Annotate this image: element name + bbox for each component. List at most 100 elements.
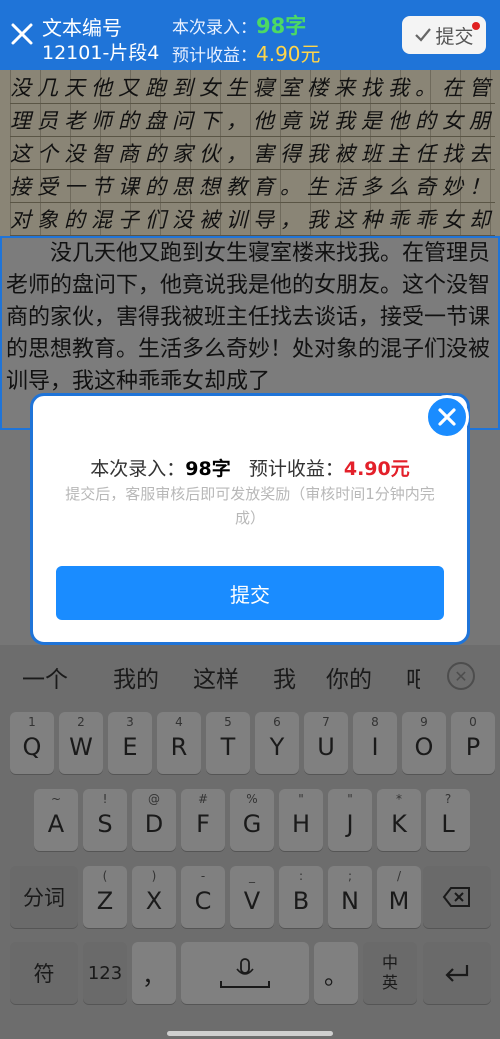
space-key[interactable] — [181, 942, 309, 1004]
key-secondary-char: - — [200, 869, 206, 883]
key-char: U — [317, 733, 335, 761]
key-secondary-char: 5 — [224, 715, 232, 729]
comma-key[interactable]: ， — [132, 942, 176, 1004]
typed-text: 没几天他又跑到女生寝室楼来找我。在管理员老师的盘问下，他竟说我是他的女朋友。这个… — [6, 241, 491, 394]
key-b[interactable]: :B — [279, 866, 323, 928]
key-v[interactable]: _ V — [230, 866, 274, 928]
key-secondary-char: ~ — [50, 792, 62, 806]
key-secondary-char: % — [246, 792, 258, 806]
key-secondary-char: * — [396, 792, 402, 806]
key-i[interactable]: 8I — [353, 712, 397, 774]
key-d[interactable]: @ D — [132, 789, 176, 851]
key-q[interactable]: 1Q — [10, 712, 54, 774]
fenci-key[interactable]: 分词 — [10, 866, 78, 928]
key-g[interactable]: % G — [230, 789, 274, 851]
handwriting-image: 没几天他又跑到女生寝室楼来找我。在管 理员老师的盘问下，他竟说我是他的女朋友。 … — [0, 70, 500, 236]
candidate-word[interactable]: 吧 — [406, 660, 420, 694]
key-k[interactable]: * K — [377, 789, 421, 851]
key-char: G — [242, 810, 262, 838]
key-s[interactable]: ! S — [83, 789, 127, 851]
key-char: R — [170, 733, 188, 761]
key-secondary-char: 9 — [420, 715, 428, 729]
modal-close-icon[interactable] — [425, 395, 469, 439]
key-l[interactable]: ? L — [426, 789, 470, 851]
key-c[interactable]: -C — [181, 866, 225, 928]
key-j[interactable]: " J — [328, 789, 372, 851]
key-o[interactable]: 9O — [402, 712, 446, 774]
key-char: Z — [96, 887, 114, 915]
key-w[interactable]: 2W — [59, 712, 103, 774]
key-r[interactable]: 4R — [157, 712, 201, 774]
key-z[interactable]: (Z — [83, 866, 127, 928]
key-secondary-char: ( — [102, 869, 108, 883]
candidate-close-icon[interactable]: ✕ — [447, 662, 475, 690]
handwriting-line: 这个没智商的家伙，害得我被班主任找去谈话， — [10, 138, 495, 170]
key-secondary-char: : — [298, 869, 304, 883]
key-char: O — [414, 733, 434, 761]
key-char: S — [97, 810, 113, 838]
language-switch-key[interactable]: 中 英 — [363, 942, 417, 1004]
key-char: N — [341, 887, 359, 915]
key-char: L — [441, 810, 455, 838]
key-x[interactable]: ) X — [132, 866, 176, 928]
key-secondary-char: _ — [249, 869, 255, 883]
key-secondary-char: " — [347, 792, 353, 806]
number-key[interactable]: 123 — [83, 942, 127, 1004]
notification-dot — [472, 22, 480, 30]
key-u[interactable]: 7U — [304, 712, 348, 774]
key-char: M — [388, 887, 410, 915]
key-secondary-char: @ — [148, 792, 160, 806]
handwriting-line: 接受一节课的思想教育。生活多么奇妙！处 — [10, 171, 495, 203]
key-h[interactable]: " H — [279, 789, 323, 851]
key-char: B — [292, 887, 310, 915]
key-p[interactable]: 0P — [451, 712, 495, 774]
dialog-count-label: 本次录入： — [90, 458, 186, 480]
candidate-word[interactable]: 你的 — [326, 660, 372, 694]
key-e[interactable]: 3E — [108, 712, 152, 774]
dialog-income-value: 4.90元 — [343, 458, 410, 480]
candidate-word[interactable]: 我的 — [113, 660, 159, 694]
key-char: Q — [22, 733, 42, 761]
key-secondary-char: 1 — [28, 715, 36, 729]
key-char: D — [144, 810, 164, 838]
candidate-word[interactable]: 我 — [273, 660, 296, 694]
key-char: A — [47, 810, 65, 838]
key-a[interactable]: ~ A — [34, 789, 78, 851]
key-secondary-char: / — [396, 869, 402, 883]
symbol-key[interactable]: 符 — [10, 942, 78, 1004]
home-indicator[interactable] — [167, 1031, 333, 1036]
close-icon[interactable] — [8, 20, 36, 48]
key-secondary-char: 7 — [322, 715, 330, 729]
key-secondary-char: # — [197, 792, 209, 806]
count-label: 本次录入： — [172, 18, 257, 38]
key-char: I — [371, 733, 379, 761]
key-char: Y — [269, 733, 285, 761]
key-secondary-char: ! — [102, 792, 108, 806]
fenci-label: 分词 — [23, 886, 65, 910]
candidate-word[interactable]: 这样 — [193, 660, 239, 694]
enter-icon — [445, 965, 469, 982]
key-m[interactable]: / M — [377, 866, 421, 928]
submit-button-top[interactable]: 提交 — [402, 16, 486, 54]
key-t[interactable]: 5T — [206, 712, 250, 774]
enter-key[interactable] — [423, 942, 491, 1004]
income-label: 预计收益： — [172, 46, 257, 66]
submit-dialog: 本次录入：98字 预计收益：4.90元 提交后，客服审核后即可发放奖励（审核时间… — [30, 393, 470, 645]
dialog-income-label: 预计收益： — [248, 458, 344, 480]
segment-id: 12101-片段4 — [42, 42, 160, 64]
microphone-icon — [220, 958, 270, 988]
comma-label: ， — [142, 961, 166, 990]
candidate-word[interactable]: 一个 — [22, 660, 68, 694]
symbol-label: 符 — [33, 962, 55, 986]
backspace-icon — [442, 887, 470, 907]
dialog-summary: 本次录入：98字 预计收益：4.90元 — [33, 454, 467, 481]
key-n[interactable]: ; N — [328, 866, 372, 928]
period-key[interactable]: 。 — [314, 942, 358, 1004]
handwriting-line: 没几天他又跑到女生寝室楼来找我。在管 — [10, 72, 495, 104]
key-y[interactable]: 6Y — [255, 712, 299, 774]
key-char: X — [145, 887, 163, 915]
dialog-submit-button[interactable]: 提交 — [56, 566, 444, 620]
backspace-key[interactable] — [423, 866, 491, 928]
key-char: E — [122, 733, 138, 761]
key-f[interactable]: # F — [181, 789, 225, 851]
